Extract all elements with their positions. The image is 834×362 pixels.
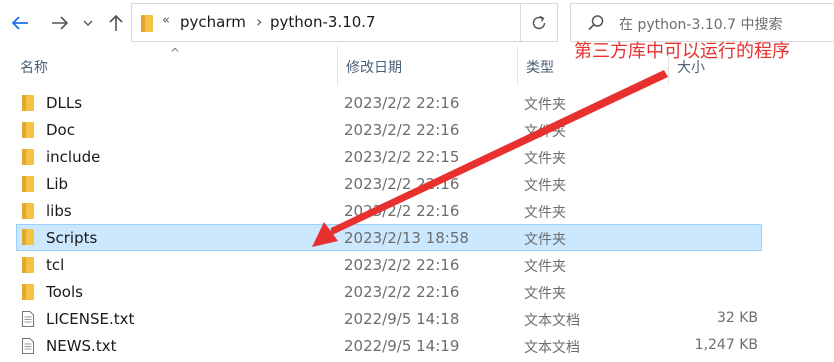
search-icon: [588, 15, 604, 31]
file-name: Scripts: [46, 229, 98, 247]
file-name: include: [46, 148, 101, 166]
column-divider[interactable]: [517, 46, 518, 86]
file-type: 文件夹: [524, 178, 566, 194]
folder-icon: [22, 229, 34, 249]
file-type: 文本文档: [524, 340, 580, 356]
text-file-icon: [22, 311, 34, 331]
file-row[interactable]: Doc 2023/2/2 22:16 文件夹: [16, 117, 762, 144]
file-date: 2023/2/2 22:16: [344, 121, 460, 139]
file-name: Tools: [46, 283, 83, 301]
file-date: 2023/2/2 22:16: [344, 175, 460, 193]
file-date: 2022/9/5 14:18: [344, 310, 460, 328]
file-date: 2023/2/2 22:15: [344, 148, 460, 166]
column-divider[interactable]: [337, 46, 338, 86]
file-type: 文件夹: [524, 286, 566, 302]
breadcrumb-python[interactable]: python-3.10.7: [270, 13, 376, 31]
file-date: 2023/2/2 22:16: [344, 256, 460, 274]
chevron-down-icon: [83, 20, 93, 26]
up-arrow-icon: [109, 14, 123, 31]
file-row[interactable]: include 2023/2/2 22:15 文件夹: [16, 144, 762, 171]
folder-icon: [141, 15, 153, 32]
file-date: 2023/2/2 22:16: [344, 202, 460, 220]
breadcrumb-overflow[interactable]: «: [162, 13, 170, 28]
file-type: 文本文档: [524, 313, 580, 329]
column-header-name[interactable]: 名称: [20, 57, 48, 77]
file-size: 32 KB: [716, 310, 758, 326]
file-row[interactable]: tcl 2023/2/2 22:16 文件夹: [16, 252, 762, 279]
file-name: NEWS.txt: [46, 337, 117, 355]
file-row[interactable]: DLLs 2023/2/2 22:16 文件夹: [16, 90, 762, 117]
file-date: 2023/2/2 22:16: [344, 94, 460, 112]
refresh-button[interactable]: [520, 3, 558, 42]
folder-icon: [22, 176, 34, 196]
file-row[interactable]: Lib 2023/2/2 22:16 文件夹: [16, 171, 762, 198]
search-placeholder: 在 python-3.10.7 中搜索: [619, 17, 783, 33]
file-type: 文件夹: [524, 205, 566, 221]
file-size: 1,247 KB: [694, 337, 758, 353]
folder-icon: [22, 257, 34, 277]
column-header-type[interactable]: 类型: [526, 57, 554, 77]
annotation-text: 第三方库中可以运行的程序: [574, 41, 790, 62]
file-date: 2023/2/2 22:16: [344, 283, 460, 301]
refresh-icon: [532, 15, 546, 29]
file-date: 2023/2/13 18:58: [344, 229, 469, 247]
folder-icon: [22, 122, 34, 142]
file-name: libs: [46, 202, 72, 220]
file-type: 文件夹: [524, 97, 566, 113]
recent-locations-button[interactable]: [80, 11, 96, 35]
file-row[interactable]: libs 2023/2/2 22:16 文件夹: [16, 198, 762, 225]
breadcrumb-chevron-icon[interactable]: ›: [256, 12, 262, 31]
file-name: LICENSE.txt: [46, 310, 135, 328]
up-button[interactable]: [104, 11, 128, 35]
folder-icon: [22, 95, 34, 115]
file-row[interactable]: Tools 2023/2/2 22:16 文件夹: [16, 279, 762, 306]
file-type: 文件夹: [524, 124, 566, 140]
file-date: 2022/9/5 14:19: [344, 337, 460, 355]
file-name: DLLs: [46, 94, 83, 112]
file-row[interactable]: LICENSE.txt 2022/9/5 14:18 文本文档 32 KB: [16, 306, 762, 333]
text-file-icon: [22, 338, 34, 358]
file-row[interactable]: NEWS.txt 2022/9/5 14:19 文本文档 1,247 KB: [16, 333, 762, 360]
file-name: Doc: [46, 121, 75, 139]
back-arrow-icon: [11, 16, 28, 30]
breadcrumb-pycharm[interactable]: pycharm: [180, 13, 246, 31]
forward-button[interactable]: [48, 11, 72, 35]
address-bar[interactable]: « pycharm › python-3.10.7: [131, 3, 632, 42]
column-header-date[interactable]: 修改日期: [346, 57, 402, 77]
sort-caret-icon: ^: [170, 46, 181, 60]
file-row-selected[interactable]: Scripts 2023/2/13 18:58 文件夹: [16, 224, 762, 251]
file-type: 文件夹: [524, 151, 566, 167]
folder-icon: [22, 149, 34, 169]
file-type: 文件夹: [524, 232, 566, 248]
forward-arrow-icon: [52, 16, 69, 30]
file-name: tcl: [46, 256, 65, 274]
file-type: 文件夹: [524, 259, 566, 275]
back-button[interactable]: [8, 11, 32, 35]
file-name: Lib: [46, 175, 69, 193]
folder-icon: [22, 203, 34, 223]
folder-icon: [22, 284, 34, 304]
